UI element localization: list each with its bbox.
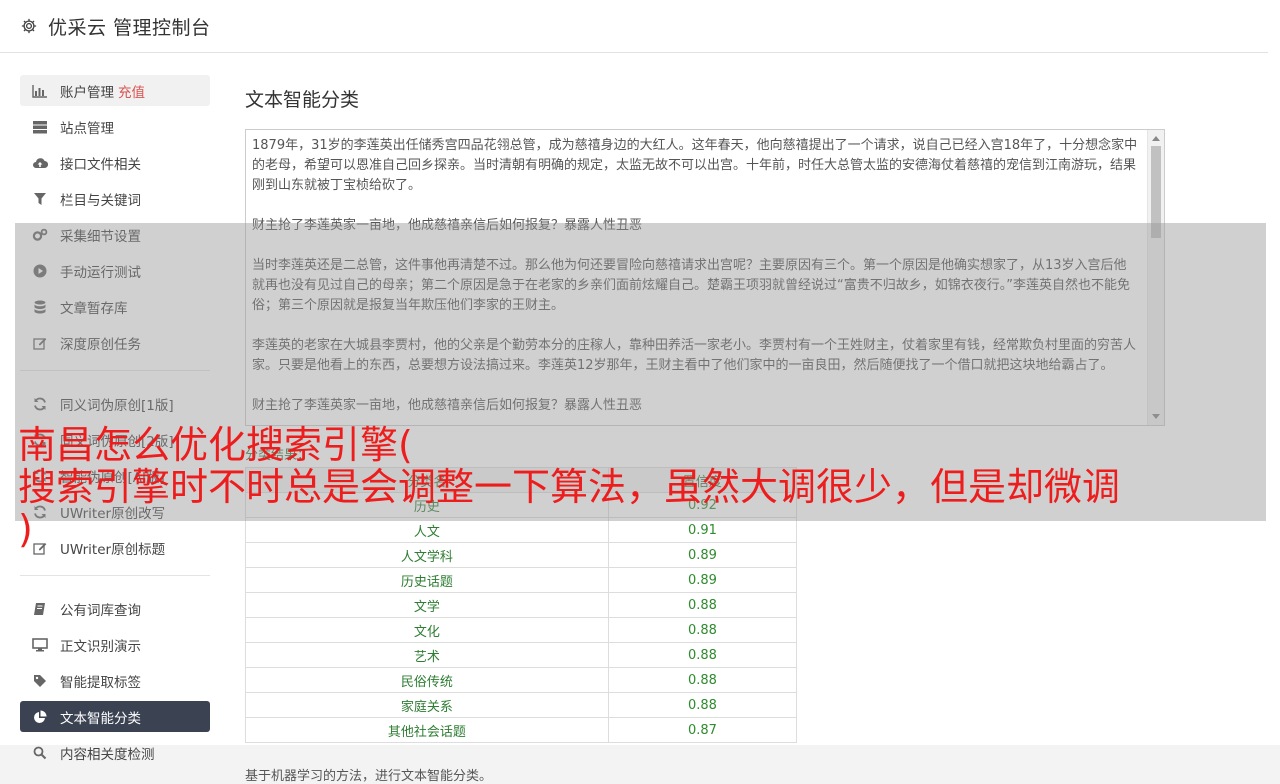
sidebar-item-account[interactable]: 账户管理 充值: [20, 75, 210, 106]
sidebar-item-relevance-check[interactable]: 内容相关度检测: [20, 737, 210, 768]
tag-icon: [32, 673, 48, 689]
sidebar-item-label: 正文识别演示: [60, 638, 141, 655]
category-cell: 历史话题: [245, 567, 609, 593]
sidebar-item-body-recognition[interactable]: 正文识别演示: [20, 629, 210, 660]
confidence-cell: 0.88: [607, 692, 798, 718]
overlay-caption: 南昌怎么优化搜索引擎( 搜索引擎时不时总是会调整一下算法，虽然大调很少，但是却微…: [18, 424, 1280, 550]
sidebar-item-label: 站点管理: [60, 120, 114, 137]
cloud-upload-icon: [32, 155, 48, 171]
window-scroll-gutter: [1268, 0, 1280, 745]
confidence-cell: 0.88: [607, 592, 798, 618]
sidebar-item-label: 栏目与关键词: [60, 192, 141, 209]
app-title: 优采云 管理控制台: [48, 16, 211, 39]
page-title: 文本智能分类: [245, 89, 360, 111]
table-row: 历史话题 0.89: [245, 567, 798, 593]
sidebar-item-label: 接口文件相关: [60, 156, 141, 173]
server-icon: [32, 119, 48, 135]
sidebar-divider: [20, 575, 210, 576]
confidence-cell: 0.87: [607, 717, 798, 743]
sidebar-item-tag-extract[interactable]: 智能提取标签: [20, 665, 210, 696]
confidence-cell: 0.88: [607, 667, 798, 693]
desktop-icon: [32, 637, 48, 653]
category-cell: 其他社会话题: [245, 717, 609, 743]
sidebar-item-label: 账户管理: [60, 84, 114, 101]
overlay-line: 南昌怎么优化搜索引擎(: [18, 423, 413, 467]
footnote-text: 基于机器学习的方法，进行文本智能分类。: [245, 769, 493, 784]
sidebar-item-label: 智能提取标签: [60, 674, 141, 691]
table-row: 文化 0.88: [245, 617, 798, 643]
category-cell: 家庭关系: [245, 692, 609, 718]
overlay-line: ): [18, 507, 33, 551]
scroll-up-arrow-icon[interactable]: [1152, 136, 1160, 141]
text-paragraph: 1879年，31岁的李莲英出任储秀宫四品花翎总管，成为慈禧身边的大红人。这年春天…: [252, 138, 1138, 193]
sidebar-item-text-classify[interactable]: 文本智能分类: [20, 701, 210, 732]
book-icon: [32, 601, 48, 617]
filter-icon: [32, 191, 48, 207]
confidence-cell: 0.88: [607, 642, 798, 668]
pie-chart-icon: [32, 709, 48, 725]
search-icon: [32, 745, 48, 761]
table-row: 艺术 0.88: [245, 642, 798, 668]
category-cell: 艺术: [245, 642, 609, 668]
confidence-cell: 0.88: [607, 617, 798, 643]
category-cell: 民俗传统: [245, 667, 609, 693]
category-cell: 文学: [245, 592, 609, 618]
table-row: 家庭关系 0.88: [245, 692, 798, 718]
sidebar-item-public-lexicon[interactable]: 公有词库查询: [20, 593, 210, 624]
sidebar-item-label: 内容相关度检测: [60, 746, 155, 763]
table-row: 民俗传统 0.88: [245, 667, 798, 693]
overlay-line: 搜索引擎时不时总是会调整一下算法，虽然大调很少，但是却微调: [18, 465, 1121, 509]
sidebar-item-label: 公有词库查询: [60, 602, 141, 619]
category-cell: 文化: [245, 617, 609, 643]
sidebar-item-sites[interactable]: 站点管理: [20, 111, 210, 142]
table-row: 文学 0.88: [245, 592, 798, 618]
sidebar-item-label: 文本智能分类: [60, 710, 141, 727]
table-row: 其他社会话题 0.87: [245, 717, 798, 743]
gear-icon: [21, 18, 37, 34]
recharge-link[interactable]: 充值: [118, 81, 145, 101]
bar-chart-icon: [32, 83, 48, 99]
sidebar-item-interface-files[interactable]: 接口文件相关: [20, 147, 210, 178]
confidence-cell: 0.89: [607, 567, 798, 593]
top-bar: 优采云 管理控制台: [0, 0, 1268, 53]
sidebar-item-columns-keywords[interactable]: 栏目与关键词: [20, 183, 210, 214]
